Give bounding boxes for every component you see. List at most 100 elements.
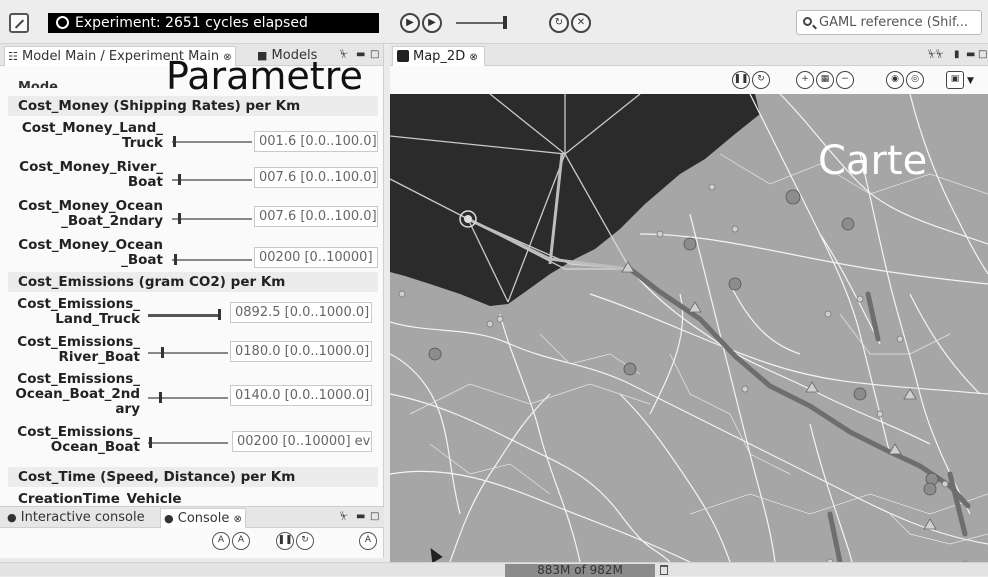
layers-menu-icon[interactable]: ▣	[946, 71, 964, 89]
param-value-field[interactable]: 00200 [0..10000] eve	[232, 431, 372, 452]
param-row: Cost_Emissions_ Land_Truck 0892.5 [0.0..1…	[8, 296, 378, 332]
map-canvas[interactable]: Carte	[390, 94, 988, 562]
param-value-field[interactable]: 0180.0 [0.0..1000.0]	[230, 341, 372, 362]
param-slider[interactable]	[172, 259, 252, 261]
map-panel: Map_2D ⊗ ⏧⏧ ▮ ▬ □ ❚❚ ↻ + ▦ − ◉ ◎ ▣ ▼ Car…	[390, 44, 988, 562]
param-value-field[interactable]: 007.6 [0.0..100.0]	[254, 167, 378, 188]
zoom-in-icon[interactable]: +	[796, 71, 814, 89]
tab-console[interactable]: ● Console ⊗	[160, 508, 246, 528]
param-value-field[interactable]: 001.6 [0.0..100.0]	[254, 131, 378, 152]
param-label: Cost_Money_River_ Boat	[19, 159, 163, 190]
memory-indicator[interactable]: 883M of 982M	[505, 564, 655, 577]
partial-group-label[interactable]: CreationTime_Vehicle	[18, 491, 182, 504]
play-icon[interactable]: ▶	[400, 13, 420, 33]
param-row: Cost_Emissions_ Ocean_Boat_2nd ary 0140.0 …	[8, 372, 378, 422]
parameters-panel: ☷ Model Main / Experiment Main ⊗ ■ Model…	[0, 44, 384, 506]
group-cost-emissions[interactable]: Cost_Emissions (gram CO2) per Km	[8, 272, 378, 292]
experiment-status: Experiment: 2651 cycles elapsed	[48, 13, 379, 33]
param-slider-knob[interactable]	[178, 174, 181, 185]
zoom-out-icon[interactable]: −	[836, 71, 854, 89]
search-icon	[803, 17, 812, 26]
param-slider-knob[interactable]	[218, 309, 221, 320]
main-toolbar: Experiment: 2651 cycles elapsed ▶ ▶ ↻ ✕ …	[0, 0, 988, 44]
param-row: Cost_Money_River_ Boat 007.6 [0.0..100.0]	[8, 159, 378, 195]
param-row: Cost_Emissions_ River_Boat 0180.0 [0.0..1…	[8, 334, 378, 370]
param-row: Cost_Money_Land_ Truck 001.6 [0.0..100.0]	[8, 120, 378, 156]
sync-console-icon[interactable]: ↻	[296, 532, 314, 550]
tab-interactive-console-label: Interactive console	[20, 510, 145, 525]
speed-slider[interactable]	[456, 22, 506, 24]
tab-close-icon[interactable]: ⊗	[234, 514, 242, 525]
group-cost-money[interactable]: Cost_Money (Shipping Rates) per Km	[8, 96, 378, 116]
zoom-fit-icon[interactable]: ▦	[816, 71, 834, 89]
group-cost-time[interactable]: Cost_Time (Speed, Distance) per Km	[8, 467, 378, 487]
pause-display-icon[interactable]: ❚❚	[732, 71, 750, 89]
console-body: A A ❚❚ ↻ A	[0, 528, 384, 558]
param-slider[interactable]	[148, 442, 228, 444]
maximize-icon[interactable]: □	[370, 511, 379, 522]
param-slider-knob[interactable]	[174, 254, 177, 265]
param-slider-knob[interactable]	[159, 392, 162, 403]
param-slider-knob[interactable]	[149, 437, 152, 448]
param-value-field[interactable]: 0892.5 [0.0..1000.0]	[230, 302, 372, 323]
reload-icon[interactable]: ↻	[549, 13, 569, 33]
font-increase-icon[interactable]: A	[212, 532, 230, 550]
close-experiment-icon[interactable]: ✕	[571, 13, 591, 33]
param-slider[interactable]	[172, 179, 252, 181]
tab-interactive-console[interactable]: ● Interactive console	[4, 508, 148, 528]
toggle-overlay-icon[interactable]: ◎	[906, 71, 924, 89]
chevron-down-icon[interactable]: ▼	[967, 76, 974, 86]
param-row: Cost_Money_Ocean _Boat 00200 [0..10000]	[8, 237, 378, 273]
param-slider[interactable]	[172, 218, 252, 220]
maximize-icon[interactable]: □	[978, 49, 987, 60]
param-slider-knob[interactable]	[178, 213, 181, 224]
param-label: Cost_Money_Ocean _Boat	[18, 237, 163, 268]
parameters-title: Parametre	[166, 54, 363, 98]
experiment-status-text: Experiment: 2651 cycles elapsed	[75, 15, 308, 31]
tab-console-label: Console	[177, 511, 230, 526]
param-slider[interactable]	[148, 314, 220, 317]
tab-map-2d[interactable]: Map_2D ⊗	[392, 46, 485, 66]
param-row: Cost_Money_Ocean _Boat_2ndary 007.6 [0.0.…	[8, 198, 378, 234]
maximize-icon[interactable]: □	[370, 49, 379, 60]
map-tabs: Map_2D ⊗ ⏧⏧ ▮ ▬ □	[390, 44, 988, 66]
param-value-field[interactable]: 0140.0 [0.0..1000.0]	[230, 385, 372, 406]
pause-console-icon[interactable]: ❚❚	[276, 532, 294, 550]
gaml-search-input[interactable]: GAML reference (Shif...	[796, 10, 982, 35]
parameters-grid-icon: ☷	[8, 50, 18, 63]
sync-display-icon[interactable]: ↻	[752, 71, 770, 89]
minimize-icon[interactable]: ▬	[966, 49, 975, 60]
param-label: Cost_Emissions_ Ocean_Boat_2nd ary	[15, 371, 140, 417]
console-tabs: ● Interactive console ● Console ⊗ ⏧ ▬ □	[0, 506, 384, 528]
clock-icon	[56, 16, 69, 29]
param-slider[interactable]	[172, 141, 252, 143]
status-bar: 883M of 982M	[0, 562, 988, 577]
param-label: Cost_Money_Ocean _Boat_2ndary	[18, 198, 163, 229]
map-toolbar: ❚❚ ↻ + ▦ − ◉ ◎ ▣ ▼	[390, 66, 988, 94]
cut-header-text: Mode	[18, 80, 58, 88]
pin-icon[interactable]: ▮	[954, 49, 960, 60]
view-menu-icon[interactable]: ⏧⏧	[928, 49, 944, 60]
tab-map-2d-label: Map_2D	[413, 49, 466, 64]
param-value-field[interactable]: 00200 [0..10000]	[254, 247, 378, 268]
param-label: Cost_Emissions_ Ocean_Boat	[17, 424, 140, 455]
param-value-field[interactable]: 007.6 [0.0..100.0]	[254, 206, 378, 227]
tab-close-icon[interactable]: ⊗	[469, 52, 477, 63]
port-marker	[464, 215, 472, 223]
param-slider[interactable]	[148, 352, 228, 354]
param-slider-knob[interactable]	[173, 136, 176, 147]
snapshot-icon[interactable]: ◉	[886, 71, 904, 89]
param-slider-knob[interactable]	[161, 347, 164, 358]
step-icon[interactable]: ▶	[422, 13, 442, 33]
trash-icon[interactable]	[660, 565, 668, 575]
console-icon: ●	[164, 512, 174, 525]
param-label: Cost_Money_Land_ Truck	[21, 120, 163, 151]
minimize-icon[interactable]: ▬	[356, 511, 365, 522]
view-menu-icon[interactable]: ⏧	[340, 511, 348, 522]
edit-icon[interactable]	[9, 13, 29, 33]
speed-slider-knob[interactable]	[503, 16, 507, 29]
map-title: Carte	[818, 138, 928, 184]
clear-console-icon[interactable]: A	[359, 532, 377, 550]
param-label: Cost_Emissions_ River_Boat	[17, 334, 140, 365]
font-decrease-icon[interactable]: A	[232, 532, 250, 550]
